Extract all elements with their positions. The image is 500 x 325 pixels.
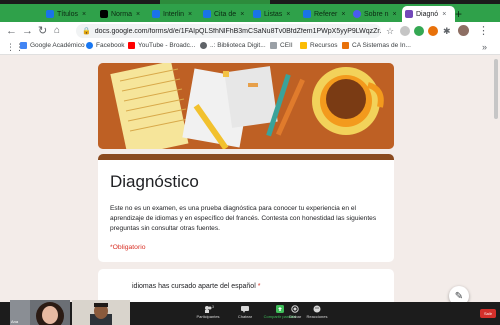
tab-interlin[interactable]: Interlin × bbox=[152, 6, 202, 22]
more-bookmarks-icon[interactable]: » bbox=[482, 40, 487, 54]
participants-icon bbox=[204, 305, 212, 313]
participant-name: Ana bbox=[11, 319, 19, 324]
bookmarks-bar: ⋮⋮ Google Académico Facebook YouTube - B… bbox=[0, 40, 500, 55]
end-meeting-button[interactable]: Salir bbox=[480, 309, 496, 318]
toolbar-label: Chatear bbox=[237, 314, 253, 319]
tab-label: Norma bbox=[111, 10, 133, 18]
bookmark-biblioteca[interactable]: ..: Biblioteca Digit... bbox=[200, 42, 266, 49]
page-icon bbox=[270, 42, 277, 49]
bookmark-label: Recursos bbox=[310, 42, 338, 49]
form-page: Diagnóstico Este no es un examen, es una… bbox=[0, 55, 500, 302]
facebook-icon bbox=[86, 42, 93, 49]
docs-icon bbox=[303, 10, 311, 18]
docs-icon bbox=[46, 10, 54, 18]
chat-icon bbox=[241, 305, 249, 313]
scrollbar[interactable] bbox=[494, 59, 498, 119]
browser-toolbar: ← → ↻ ⌂ 🔒 docs.google.com/forms/d/e/1FAI… bbox=[0, 22, 500, 41]
avatar[interactable] bbox=[458, 25, 469, 36]
bookmark-facebook[interactable]: Facebook bbox=[86, 42, 125, 49]
toolbar-label: Participantes bbox=[196, 314, 220, 319]
bookmark-google-academico[interactable]: Google Académico bbox=[20, 42, 85, 49]
bookmark-label: Facebook bbox=[96, 42, 125, 49]
site-icon bbox=[342, 42, 349, 49]
extension-icon[interactable] bbox=[400, 26, 410, 36]
close-icon[interactable]: × bbox=[286, 11, 290, 18]
tab-label: Cita de bbox=[214, 10, 237, 18]
p-logo-icon bbox=[100, 10, 108, 18]
close-icon[interactable]: × bbox=[341, 11, 345, 18]
site-icon bbox=[353, 10, 361, 18]
home-icon[interactable]: ⌂ bbox=[54, 24, 60, 38]
youtube-icon bbox=[128, 42, 135, 49]
menu-kebab-icon[interactable]: ⋮ bbox=[478, 24, 489, 38]
lock-icon: 🔒 bbox=[82, 28, 91, 35]
bookmark-label: Google Académico bbox=[30, 42, 85, 49]
form-description: Este no es un examen, es una prueba diag… bbox=[110, 205, 377, 232]
tab-label: Interlin bbox=[163, 10, 185, 18]
new-tab-icon[interactable]: + bbox=[455, 7, 462, 21]
bookmark-label: CA Sistemas de In... bbox=[352, 42, 411, 49]
forms-icon bbox=[405, 10, 413, 18]
tab-label: Referer bbox=[314, 10, 338, 18]
bookmark-recursos[interactable]: Recursos bbox=[300, 42, 337, 49]
tab-titulos[interactable]: Títulos × bbox=[46, 6, 98, 22]
reload-icon[interactable]: ↻ bbox=[38, 24, 47, 38]
required-mark: * bbox=[257, 283, 261, 290]
close-icon[interactable]: × bbox=[442, 11, 446, 18]
bookmark-label: ..: Biblioteca Digit... bbox=[210, 42, 266, 49]
form-header-card: Diagnóstico Este no es un examen, es una… bbox=[98, 154, 394, 262]
extension-icon[interactable] bbox=[414, 26, 424, 36]
form-header-image bbox=[98, 63, 394, 149]
tab-norma[interactable]: Norma × bbox=[100, 6, 150, 22]
docs-icon bbox=[152, 10, 160, 18]
tab-referencias[interactable]: Referer × bbox=[303, 6, 351, 22]
folder-icon bbox=[300, 42, 307, 49]
close-icon[interactable]: × bbox=[188, 11, 192, 18]
back-arrow-icon[interactable]: ← bbox=[6, 24, 17, 38]
participant-video[interactable]: Ana bbox=[10, 300, 70, 325]
form-title: Diagnóstico bbox=[110, 172, 199, 191]
tab-label: Listas bbox=[264, 10, 283, 18]
url-text: docs.google.com/forms/d/e/1FAIpQLSfhNlFh… bbox=[94, 27, 381, 35]
reactions-button[interactable]: Reacciones bbox=[297, 305, 337, 319]
star-icon[interactable]: ☆ bbox=[386, 24, 394, 38]
address-bar[interactable]: 🔒 docs.google.com/forms/d/e/1FAIpQLSfhNl… bbox=[76, 24, 381, 38]
close-icon[interactable]: × bbox=[393, 11, 397, 18]
docs-icon bbox=[203, 10, 211, 18]
tab-diagnostico[interactable]: Diagnó × bbox=[402, 6, 455, 22]
tab-strip: Títulos × Norma × Interlin × Cita de × L… bbox=[0, 4, 500, 22]
docs-icon bbox=[253, 10, 261, 18]
question-card[interactable]: idiomas has cursado aparte del español * bbox=[98, 269, 394, 302]
toolbar-label: Reacciones bbox=[306, 314, 328, 319]
bookmark-label: CEII bbox=[280, 42, 293, 49]
participants-button[interactable]: Participantes 3 bbox=[188, 305, 228, 319]
participant-video[interactable] bbox=[72, 300, 130, 325]
forward-arrow-icon[interactable]: → bbox=[22, 24, 33, 38]
puzzle-icon[interactable]: ✱ bbox=[443, 24, 451, 38]
tab-label: Títulos bbox=[57, 10, 79, 18]
question-label: idiomas has cursado aparte del español bbox=[132, 283, 256, 290]
google-scholar-icon bbox=[20, 42, 27, 49]
close-icon[interactable]: × bbox=[136, 11, 140, 18]
required-note: *Obligatorio bbox=[110, 244, 146, 251]
tab-listas[interactable]: Listas × bbox=[253, 6, 301, 22]
site-icon bbox=[200, 42, 207, 49]
close-icon[interactable]: × bbox=[82, 11, 86, 18]
extension-icon[interactable] bbox=[428, 26, 438, 36]
tab-label: Diagnó bbox=[416, 10, 439, 18]
question-text: idiomas has cursado aparte del español * bbox=[132, 283, 260, 290]
tab-label: Sobre n bbox=[364, 10, 389, 18]
bookmark-label: YouTube - Broadc... bbox=[138, 42, 196, 49]
bookmark-ca-sistemas[interactable]: CA Sistemas de In... bbox=[342, 42, 411, 49]
participant-count: 3 bbox=[212, 305, 214, 309]
chat-button[interactable]: Chatear bbox=[225, 305, 265, 319]
bookmark-youtube[interactable]: YouTube - Broadc... bbox=[128, 42, 195, 49]
reactions-icon bbox=[313, 305, 321, 313]
tab-sobre[interactable]: Sobre n × bbox=[353, 6, 401, 22]
tab-cita[interactable]: Cita de × bbox=[203, 6, 251, 22]
close-icon[interactable]: × bbox=[240, 11, 244, 18]
bookmark-ceii[interactable]: CEII bbox=[270, 42, 293, 49]
